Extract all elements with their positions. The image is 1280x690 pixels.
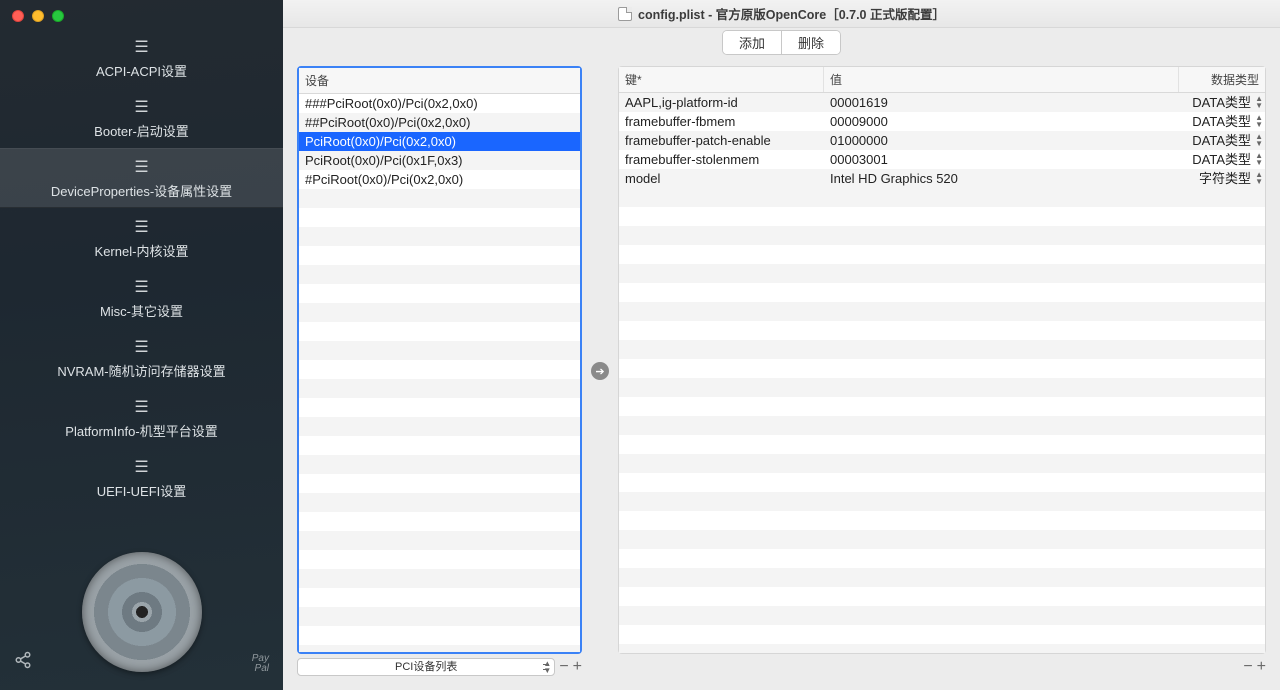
table-row[interactable]: modelIntel HD Graphics 520字符类型▲▼ <box>619 169 1265 188</box>
list-icon: ☰ <box>134 157 148 177</box>
list-icon: ☰ <box>134 457 148 477</box>
chevron-updown-icon: ▲▼ <box>1255 152 1263 166</box>
cell-type[interactable]: 字符类型▲▼ <box>1179 169 1265 188</box>
sidebar-item-acpi[interactable]: ☰ ACPI-ACPI设置 <box>0 28 283 88</box>
minimize-window-button[interactable] <box>32 10 44 22</box>
cell-key: framebuffer-patch-enable <box>619 131 824 150</box>
transfer-column: ➔ <box>590 66 610 676</box>
device-list-rows: ###PciRoot(0x0)/Pci(0x2,0x0)##PciRoot(0x… <box>299 94 580 652</box>
table-row[interactable]: AAPL,ig-platform-id00001619DATA类型▲▼ <box>619 93 1265 112</box>
list-icon: ☰ <box>134 37 148 57</box>
share-icon[interactable] <box>14 651 32 674</box>
sidebar-nav: ☰ ACPI-ACPI设置 ☰ Booter-启动设置 ☰ DeviceProp… <box>0 28 283 508</box>
add-delete-segment: 添加 删除 <box>722 30 841 55</box>
remove-device-button[interactable]: − <box>559 658 568 676</box>
list-icon: ☰ <box>134 217 148 237</box>
add-device-button[interactable]: + <box>573 658 582 676</box>
list-icon: ☰ <box>134 97 148 117</box>
main-area: config.plist - 官方原版OpenCore［0.7.0 正式版配置］… <box>283 0 1280 690</box>
arrow-right-icon: ➔ <box>595 365 604 378</box>
transfer-right-button[interactable]: ➔ <box>591 362 609 380</box>
device-row[interactable]: ##PciRoot(0x0)/Pci(0x2,0x0) <box>299 113 580 132</box>
chevron-updown-icon: ▲▼ <box>1255 133 1263 147</box>
table-row[interactable]: framebuffer-fbmem00009000DATA类型▲▼ <box>619 112 1265 131</box>
pci-device-combo-label: PCI设备列表 <box>395 661 457 673</box>
sidebar-item-misc[interactable]: ☰ Misc-其它设置 <box>0 268 283 328</box>
list-icon: ☰ <box>134 397 148 417</box>
remove-prop-button[interactable]: − <box>1243 658 1252 676</box>
cell-value: 01000000 <box>824 131 1179 150</box>
sidebar-item-deviceproperties[interactable]: ☰ DeviceProperties-设备属性设置 <box>0 148 283 208</box>
sidebar-item-uefi[interactable]: ☰ UEFI-UEFI设置 <box>0 448 283 508</box>
add-button[interactable]: 添加 <box>723 31 782 54</box>
col-type[interactable]: 数据类型 <box>1179 67 1265 92</box>
cell-value: 00009000 <box>824 112 1179 131</box>
paypal-label[interactable]: Pay Pal <box>252 654 269 674</box>
close-window-button[interactable] <box>12 10 24 22</box>
properties-head: 键* 值 数据类型 <box>619 67 1265 93</box>
col-value[interactable]: 值 <box>824 67 1179 92</box>
sidebar-item-label: ACPI-ACPI设置 <box>96 61 187 80</box>
properties-body: AAPL,ig-platform-id00001619DATA类型▲▼frame… <box>619 93 1265 653</box>
add-prop-button[interactable]: + <box>1257 658 1266 676</box>
sidebar-item-platforminfo[interactable]: ☰ PlatformInfo-机型平台设置 <box>0 388 283 448</box>
cell-key: framebuffer-fbmem <box>619 112 824 131</box>
delete-button[interactable]: 删除 <box>782 31 840 54</box>
sidebar-item-label: NVRAM-随机访问存储器设置 <box>57 361 225 380</box>
sidebar-item-label: UEFI-UEFI设置 <box>97 481 187 500</box>
cell-value: Intel HD Graphics 520 <box>824 169 1179 188</box>
col-key[interactable]: 键* <box>619 67 824 92</box>
cell-key: model <box>619 169 824 188</box>
list-icon: ☰ <box>134 337 148 357</box>
cell-key: AAPL,ig-platform-id <box>619 93 824 112</box>
sidebar-item-label: Booter-启动设置 <box>94 121 189 140</box>
sidebar-item-label: Misc-其它设置 <box>100 301 183 320</box>
cell-value: 00003001 <box>824 150 1179 169</box>
list-icon: ☰ <box>134 277 148 297</box>
toolbar: 添加 删除 <box>283 28 1280 56</box>
sidebar: ☰ ACPI-ACPI设置 ☰ Booter-启动设置 ☰ DeviceProp… <box>0 0 283 690</box>
cell-value: 00001619 <box>824 93 1179 112</box>
zoom-window-button[interactable] <box>52 10 64 22</box>
sidebar-item-nvram[interactable]: ☰ NVRAM-随机访问存储器设置 <box>0 328 283 388</box>
device-row[interactable]: #PciRoot(0x0)/Pci(0x2,0x0) <box>299 170 580 189</box>
properties-panel: 键* 值 数据类型 AAPL,ig-platform-id00001619DAT… <box>618 66 1266 676</box>
sidebar-item-booter[interactable]: ☰ Booter-启动设置 <box>0 88 283 148</box>
chevron-updown-icon: ▲▼ <box>1255 95 1263 109</box>
sidebar-item-label: Kernel-内核设置 <box>95 241 189 260</box>
disc-graphic <box>82 552 202 672</box>
file-icon <box>618 7 632 21</box>
sidebar-item-label: PlatformInfo-机型平台设置 <box>65 421 217 440</box>
cell-type[interactable]: DATA类型▲▼ <box>1179 112 1265 131</box>
device-row[interactable]: PciRoot(0x0)/Pci(0x1F,0x3) <box>299 151 580 170</box>
device-row[interactable]: ###PciRoot(0x0)/Pci(0x2,0x0) <box>299 94 580 113</box>
properties-table: 键* 值 数据类型 AAPL,ig-platform-id00001619DAT… <box>618 66 1266 654</box>
table-row[interactable]: framebuffer-stolenmem00003001DATA类型▲▼ <box>619 150 1265 169</box>
cell-type[interactable]: DATA类型▲▼ <box>1179 93 1265 112</box>
device-list-header: 设备 <box>299 68 580 94</box>
titlebar: config.plist - 官方原版OpenCore［0.7.0 正式版配置］ <box>283 0 1280 28</box>
titlebar-text: config.plist - 官方原版OpenCore［0.7.0 正式版配置］ <box>638 4 945 23</box>
device-listbox[interactable]: 设备 ###PciRoot(0x0)/Pci(0x2,0x0)##PciRoot… <box>297 66 582 654</box>
device-panel: 设备 ###PciRoot(0x0)/Pci(0x2,0x0)##PciRoot… <box>297 66 582 676</box>
sidebar-item-kernel[interactable]: ☰ Kernel-内核设置 <box>0 208 283 268</box>
chevron-updown-icon: ▲▼ <box>1255 171 1263 185</box>
device-row[interactable]: PciRoot(0x0)/Pci(0x2,0x0) <box>299 132 580 151</box>
window-controls <box>0 0 283 28</box>
sidebar-item-label: DeviceProperties-设备属性设置 <box>51 181 232 200</box>
chevron-updown-icon: ▲▼ <box>1255 114 1263 128</box>
cell-key: framebuffer-stolenmem <box>619 150 824 169</box>
pci-device-combo[interactable]: PCI设备列表 ▲▼ <box>297 658 555 676</box>
table-row[interactable]: framebuffer-patch-enable01000000DATA类型▲▼ <box>619 131 1265 150</box>
cell-type[interactable]: DATA类型▲▼ <box>1179 150 1265 169</box>
chevron-updown-icon: ▲▼ <box>543 660 551 674</box>
cell-type[interactable]: DATA类型▲▼ <box>1179 131 1265 150</box>
